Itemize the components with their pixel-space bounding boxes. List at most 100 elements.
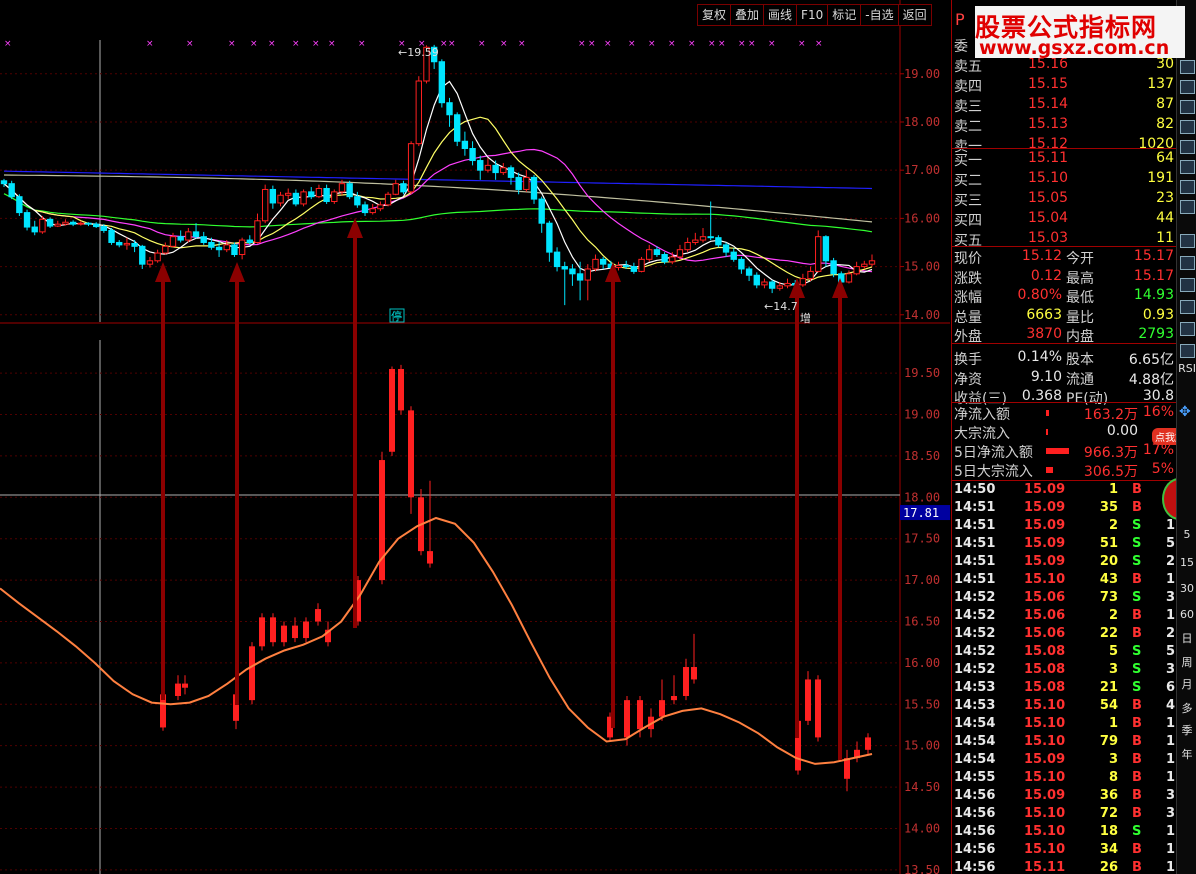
sidebar-tool-icon[interactable] bbox=[1180, 80, 1195, 94]
tick-time: 14:54 bbox=[954, 716, 996, 731]
move-icon[interactable]: ✥ bbox=[1179, 404, 1191, 420]
bid-row[interactable]: 买三 15.05 23 bbox=[954, 190, 1174, 209]
ask-volume: 87 bbox=[1156, 96, 1174, 112]
candle bbox=[331, 191, 338, 203]
sub-bar bbox=[270, 617, 276, 643]
indicator-curve bbox=[0, 516, 873, 765]
bid-price: 15.03 bbox=[1028, 230, 1069, 246]
speedup-ad[interactable]: 点我加速 bbox=[1152, 428, 1177, 445]
tick-price: 15.06 bbox=[1024, 608, 1066, 623]
bid-label: 买一 bbox=[954, 153, 982, 169]
ask-row[interactable]: 卖三 15.14 87 bbox=[954, 96, 1174, 115]
candle bbox=[653, 249, 661, 256]
kline-chart[interactable]: 19.00 18.00 17.00 16.00 15.00 14.00 19.50 19.00… bbox=[0, 0, 950, 874]
toolbar-f10-button[interactable]: F10 bbox=[796, 4, 829, 26]
sidebar-period-item[interactable]: 周 bbox=[1178, 654, 1196, 670]
sidebar-tool-icon[interactable] bbox=[1180, 120, 1195, 134]
tick-volume: 20 bbox=[1099, 554, 1118, 569]
ask-label: 卖四 bbox=[954, 79, 982, 95]
sidebar-period-item[interactable]: 15 bbox=[1178, 556, 1196, 572]
sidebar-period-item[interactable]: 年 bbox=[1178, 746, 1196, 762]
sidebar-indicator-icon[interactable] bbox=[1180, 344, 1195, 358]
candle bbox=[469, 147, 476, 162]
sidebar-period-item[interactable]: 月 bbox=[1178, 676, 1196, 692]
sidebar-period-item[interactable]: RSI bbox=[1178, 362, 1196, 378]
tick-side: B bbox=[1132, 842, 1142, 857]
candle bbox=[576, 273, 584, 281]
candle bbox=[169, 236, 177, 247]
tick-volume: 22 bbox=[1099, 626, 1118, 641]
bid-row[interactable]: 买四 15.04 44 bbox=[954, 210, 1174, 229]
sidebar-period-item[interactable]: 季 bbox=[1178, 722, 1196, 738]
candle bbox=[784, 282, 791, 287]
toolbar-mark-button[interactable]: 标记 bbox=[827, 4, 862, 26]
sidebar-indicator-icon[interactable] bbox=[1180, 322, 1195, 336]
tick-time: 14:55 bbox=[954, 770, 996, 785]
sidebar-period-item[interactable]: 5 bbox=[1178, 528, 1196, 544]
money-flow-pct: 16% bbox=[1142, 404, 1174, 420]
bid-row[interactable]: 买二 15.10 191 bbox=[954, 170, 1174, 189]
tick-price: 15.08 bbox=[1024, 662, 1066, 677]
bid-row[interactable]: 买一 15.11 64 bbox=[954, 150, 1174, 169]
tick-count: 4 bbox=[1166, 698, 1176, 713]
tick-volume: 2 bbox=[1108, 518, 1118, 533]
sidebar-indicator-icon[interactable] bbox=[1180, 300, 1195, 314]
sidebar-tool-icon[interactable] bbox=[1180, 60, 1195, 74]
signal-x-mark: × bbox=[478, 39, 486, 49]
bid-volume: 64 bbox=[1156, 150, 1174, 166]
sidebar-tool-icon[interactable] bbox=[1180, 140, 1195, 154]
toolbar-watchlist-button[interactable]: -自选 bbox=[860, 4, 899, 26]
ma60-line bbox=[3, 193, 873, 233]
sidebar-indicator-icon[interactable] bbox=[1180, 234, 1195, 248]
ask-row[interactable]: 卖四 15.15 137 bbox=[954, 76, 1174, 95]
tick-time: 14:54 bbox=[954, 752, 996, 767]
tick-side: B bbox=[1132, 698, 1142, 713]
sub-ytick-label: 19.00 bbox=[904, 408, 940, 422]
tick-price: 15.08 bbox=[1024, 644, 1066, 659]
sidebar-period-item[interactable]: 60 bbox=[1178, 608, 1196, 624]
ask-row[interactable]: 卖二 15.13 82 bbox=[954, 116, 1174, 135]
candle bbox=[661, 254, 668, 263]
stat-value: 15.17 bbox=[1133, 267, 1174, 284]
sidebar-period-item[interactable]: 30 bbox=[1178, 582, 1196, 598]
candle bbox=[745, 268, 753, 276]
tick-side: B bbox=[1132, 788, 1142, 803]
toolbar-draw-button[interactable]: 画线 bbox=[763, 4, 798, 26]
tick-row: 14:56 15.11 26 B 1 bbox=[954, 860, 1176, 874]
toolbar-overlay-button[interactable]: 叠加 bbox=[730, 4, 765, 26]
signal-x-mark: × bbox=[748, 39, 756, 49]
candle bbox=[684, 241, 691, 251]
candle bbox=[822, 236, 830, 262]
bid-price: 15.04 bbox=[1028, 210, 1069, 226]
candle bbox=[116, 241, 123, 246]
sub-ytick-label: 14.00 bbox=[904, 821, 940, 835]
candle bbox=[323, 187, 330, 203]
sub-ytick-label: 15.00 bbox=[904, 739, 940, 753]
sidebar-indicator-icon[interactable] bbox=[1180, 256, 1195, 270]
candle bbox=[200, 236, 207, 243]
sidebar-tool-icon[interactable] bbox=[1180, 100, 1195, 114]
ask-label: 卖二 bbox=[954, 119, 982, 135]
sub-bar bbox=[805, 679, 811, 721]
candle bbox=[415, 80, 422, 145]
tick-row: 14:54 15.10 1 B 1 bbox=[954, 716, 1176, 734]
sidebar-period-item[interactable]: 多 bbox=[1178, 700, 1196, 716]
sidebar-tool-icon[interactable] bbox=[1180, 160, 1195, 174]
candle bbox=[123, 242, 131, 246]
sidebar-tool-icon[interactable] bbox=[1180, 180, 1195, 194]
sidebar-period-item[interactable]: 日 bbox=[1178, 630, 1196, 646]
tick-count: 1 bbox=[1166, 608, 1176, 623]
sidebar-indicator-icon[interactable] bbox=[1180, 278, 1195, 292]
candle bbox=[308, 191, 315, 198]
toolbar-back-button[interactable]: 返回 bbox=[897, 4, 932, 26]
tick-volume: 72 bbox=[1099, 806, 1118, 821]
money-flow-value: 0.00 bbox=[1106, 423, 1138, 439]
toolbar-fuquan-button[interactable]: 复权 bbox=[697, 4, 732, 26]
stat-value: 6663 bbox=[1026, 306, 1062, 323]
tick-price: 15.10 bbox=[1024, 734, 1066, 749]
signal-x-mark: × bbox=[578, 39, 586, 49]
sidebar-tool-icon[interactable] bbox=[1180, 200, 1195, 214]
brand-url: www.gsxz.com.cn bbox=[979, 37, 1170, 59]
tick-count: 3 bbox=[1166, 590, 1176, 605]
tick-row: 14:51 15.09 20 S 2 bbox=[954, 554, 1176, 572]
